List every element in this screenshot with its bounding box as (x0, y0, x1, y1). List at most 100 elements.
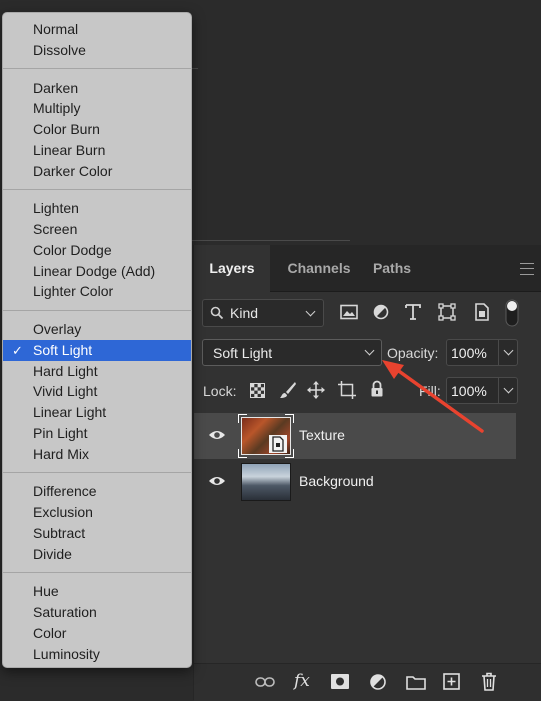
menu-item-label: Subtract (33, 524, 86, 541)
lock-position-icon[interactable] (307, 381, 325, 399)
menu-item-label: Color (33, 624, 67, 641)
fill-divider (498, 378, 499, 403)
menu-item-color-dodge[interactable]: Color Dodge (3, 240, 191, 261)
menu-item-label: Linear Dodge (Add) (33, 262, 156, 279)
menu-item-exclusion[interactable]: Exclusion (3, 502, 191, 523)
menu-item-pin-light[interactable]: Pin Light (3, 423, 191, 444)
blend-mode-value: Soft Light (213, 345, 273, 361)
menu-item-color-burn[interactable]: Color Burn (3, 119, 191, 140)
menu-item-normal[interactable]: Normal (3, 19, 191, 40)
filter-toggle-icon[interactable] (505, 299, 519, 327)
new-group-icon[interactable] (406, 674, 426, 690)
blend-mode-dropdown-menu: Normal Dissolve Darken Multiply Color Burn Li… (2, 12, 192, 668)
menu-item-label: Overlay (33, 321, 82, 337)
adjustment-layer-icon[interactable] (369, 673, 387, 691)
menu-item-darker-color[interactable]: Darker Color (3, 161, 191, 182)
shape-filter-icon[interactable] (438, 303, 456, 321)
background-divider (190, 240, 350, 241)
texture-thumbnail (238, 414, 294, 458)
selection-corner (238, 449, 247, 458)
menu-item-label: Darken (33, 79, 79, 96)
menu-item-label: Difference (33, 483, 97, 500)
menu-item-label: Lighten (33, 200, 79, 217)
menu-item-label: Hard Mix (33, 445, 90, 462)
menu-item-label: Color Burn (33, 121, 100, 137)
menu-item-label: Darker Color (33, 162, 113, 179)
menu-item-linear-burn[interactable]: Linear Burn (3, 140, 191, 161)
fx-icon[interactable]: fx (294, 671, 310, 691)
menu-item-color[interactable]: Color (3, 623, 191, 644)
kind-filter-label: Kind (230, 305, 259, 321)
chevron-down-icon[interactable] (503, 345, 514, 356)
menu-item-hue[interactable]: Hue (3, 581, 191, 602)
menu-item-label: Screen (33, 221, 78, 237)
menu-item-label: Color Dodge (33, 241, 112, 258)
type-filter-icon[interactable] (405, 303, 421, 321)
search-icon (210, 306, 224, 320)
menu-item-soft-light[interactable]: ✓ Soft Light (3, 339, 191, 361)
annotation-arrow (382, 360, 484, 433)
menu-separator (3, 571, 191, 573)
menu-item-vivid-light[interactable]: Vivid Light (3, 381, 191, 402)
menu-item-lighten[interactable]: Lighten (3, 198, 191, 219)
menu-item-label: Divide (33, 545, 72, 562)
menu-item-multiply[interactable]: Multiply (3, 98, 191, 119)
link-layers-icon[interactable] (255, 676, 275, 688)
tab-paths[interactable]: Paths (364, 245, 420, 291)
menu-item-label: Hue (33, 583, 59, 600)
menu-item-label: Exclusion (33, 504, 93, 520)
new-layer-icon[interactable] (443, 673, 460, 690)
tab-channels[interactable]: Channels (272, 245, 366, 291)
menu-item-divide[interactable]: Divide (3, 544, 191, 565)
layer-name[interactable]: Background (299, 473, 374, 489)
menu-item-label: Lighter Color (33, 283, 114, 300)
menu-item-label: Normal (33, 21, 79, 37)
menu-item-linear-light[interactable]: Linear Light (3, 402, 191, 423)
menu-item-luminosity[interactable]: Luminosity (3, 644, 191, 665)
chevron-down-icon (305, 306, 316, 317)
panel-tab-bar: Layers Channels Paths (194, 245, 541, 292)
layer-name[interactable]: Texture (299, 427, 345, 443)
menu-item-linear-dodge-add[interactable]: Linear Dodge (Add) (3, 261, 191, 282)
lock-label: Lock: (203, 383, 237, 399)
eye-icon[interactable] (208, 429, 226, 441)
layer-row-background[interactable]: Background (194, 459, 516, 505)
chevron-down-icon (364, 345, 375, 356)
delete-layer-icon[interactable] (481, 672, 497, 691)
menu-item-overlay[interactable]: Overlay (3, 319, 191, 340)
background-thumbnail (241, 463, 291, 501)
menu-item-screen[interactable]: Screen (3, 219, 191, 240)
selection-corner (285, 414, 294, 423)
lock-transparent-pixels-icon[interactable] (250, 383, 265, 398)
opacity-divider (498, 340, 499, 365)
menu-item-label: Pin Light (33, 424, 88, 441)
eye-icon[interactable] (208, 475, 226, 487)
chevron-down-icon[interactable] (503, 383, 514, 394)
menu-item-label: Hard Light (33, 362, 98, 379)
menu-item-label: Multiply (33, 100, 81, 117)
menu-separator (3, 471, 191, 473)
lock-artboard-icon[interactable] (338, 381, 356, 399)
panel-menu-icon[interactable] (520, 263, 534, 275)
menu-item-hard-mix[interactable]: Hard Mix (3, 444, 191, 465)
menu-separator (3, 309, 191, 311)
layers-bottom-toolbar: fx (194, 663, 541, 701)
kind-filter-select[interactable]: Kind (202, 299, 324, 327)
image-filter-icon[interactable] (340, 304, 358, 320)
menu-item-hard-light[interactable]: Hard Light (3, 361, 191, 382)
menu-item-saturation[interactable]: Saturation (3, 602, 191, 623)
smart-object-filter-icon[interactable] (474, 303, 490, 321)
menu-item-darken[interactable]: Darken (3, 78, 191, 99)
adjustment-filter-icon[interactable] (373, 304, 389, 320)
lock-image-pixels-icon[interactable] (279, 381, 297, 399)
menu-item-subtract[interactable]: Subtract (3, 523, 191, 544)
add-mask-icon[interactable] (331, 674, 349, 689)
menu-item-difference[interactable]: Difference (3, 481, 191, 502)
menu-item-label: Saturation (33, 604, 97, 620)
tab-layers[interactable]: Layers (194, 245, 270, 292)
blend-mode-select[interactable]: Soft Light (202, 339, 382, 366)
selection-corner (285, 449, 294, 458)
menu-separator (3, 68, 191, 69)
menu-item-dissolve[interactable]: Dissolve (3, 40, 191, 61)
menu-item-lighter-color[interactable]: Lighter Color (3, 281, 191, 302)
